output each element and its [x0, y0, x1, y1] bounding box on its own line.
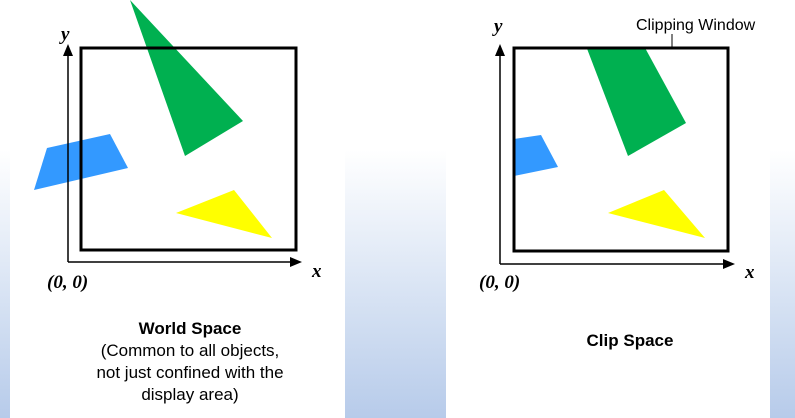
world-space-subtitle-line-2: not just confined with the	[96, 363, 284, 382]
clip-yellow-triangle	[608, 190, 705, 238]
world-space-subtitle-line-3: display area)	[141, 385, 239, 404]
clip-x-axis-arrow	[723, 259, 735, 269]
clip-space-caption: Clip Space	[530, 330, 730, 352]
world-x-axis-arrow	[290, 257, 302, 267]
world-y-label: y	[61, 24, 70, 45]
clip-y-label: y	[494, 16, 503, 37]
clip-green-shape	[586, 48, 686, 156]
world-space-subtitle-line-1: (Common to all objects,	[100, 341, 280, 360]
world-space-diagram	[34, 0, 302, 267]
clip-blue-shape	[514, 135, 558, 176]
world-yellow-triangle	[176, 190, 272, 238]
world-x-label: x	[312, 261, 322, 282]
world-space-caption: World Space (Common to all objects, not …	[60, 318, 320, 406]
clipping-window-label: Clipping Window	[636, 17, 756, 34]
clip-x-label: x	[745, 262, 755, 283]
world-origin-label: (0, 0)	[47, 272, 89, 293]
world-green-triangle	[130, 0, 243, 156]
clip-origin-label: (0, 0)	[479, 272, 521, 293]
clip-space-title: Clip Space	[586, 331, 674, 350]
world-space-title: World Space	[138, 319, 242, 338]
clip-y-axis-arrow	[495, 44, 505, 56]
clip-space-diagram	[495, 34, 735, 269]
